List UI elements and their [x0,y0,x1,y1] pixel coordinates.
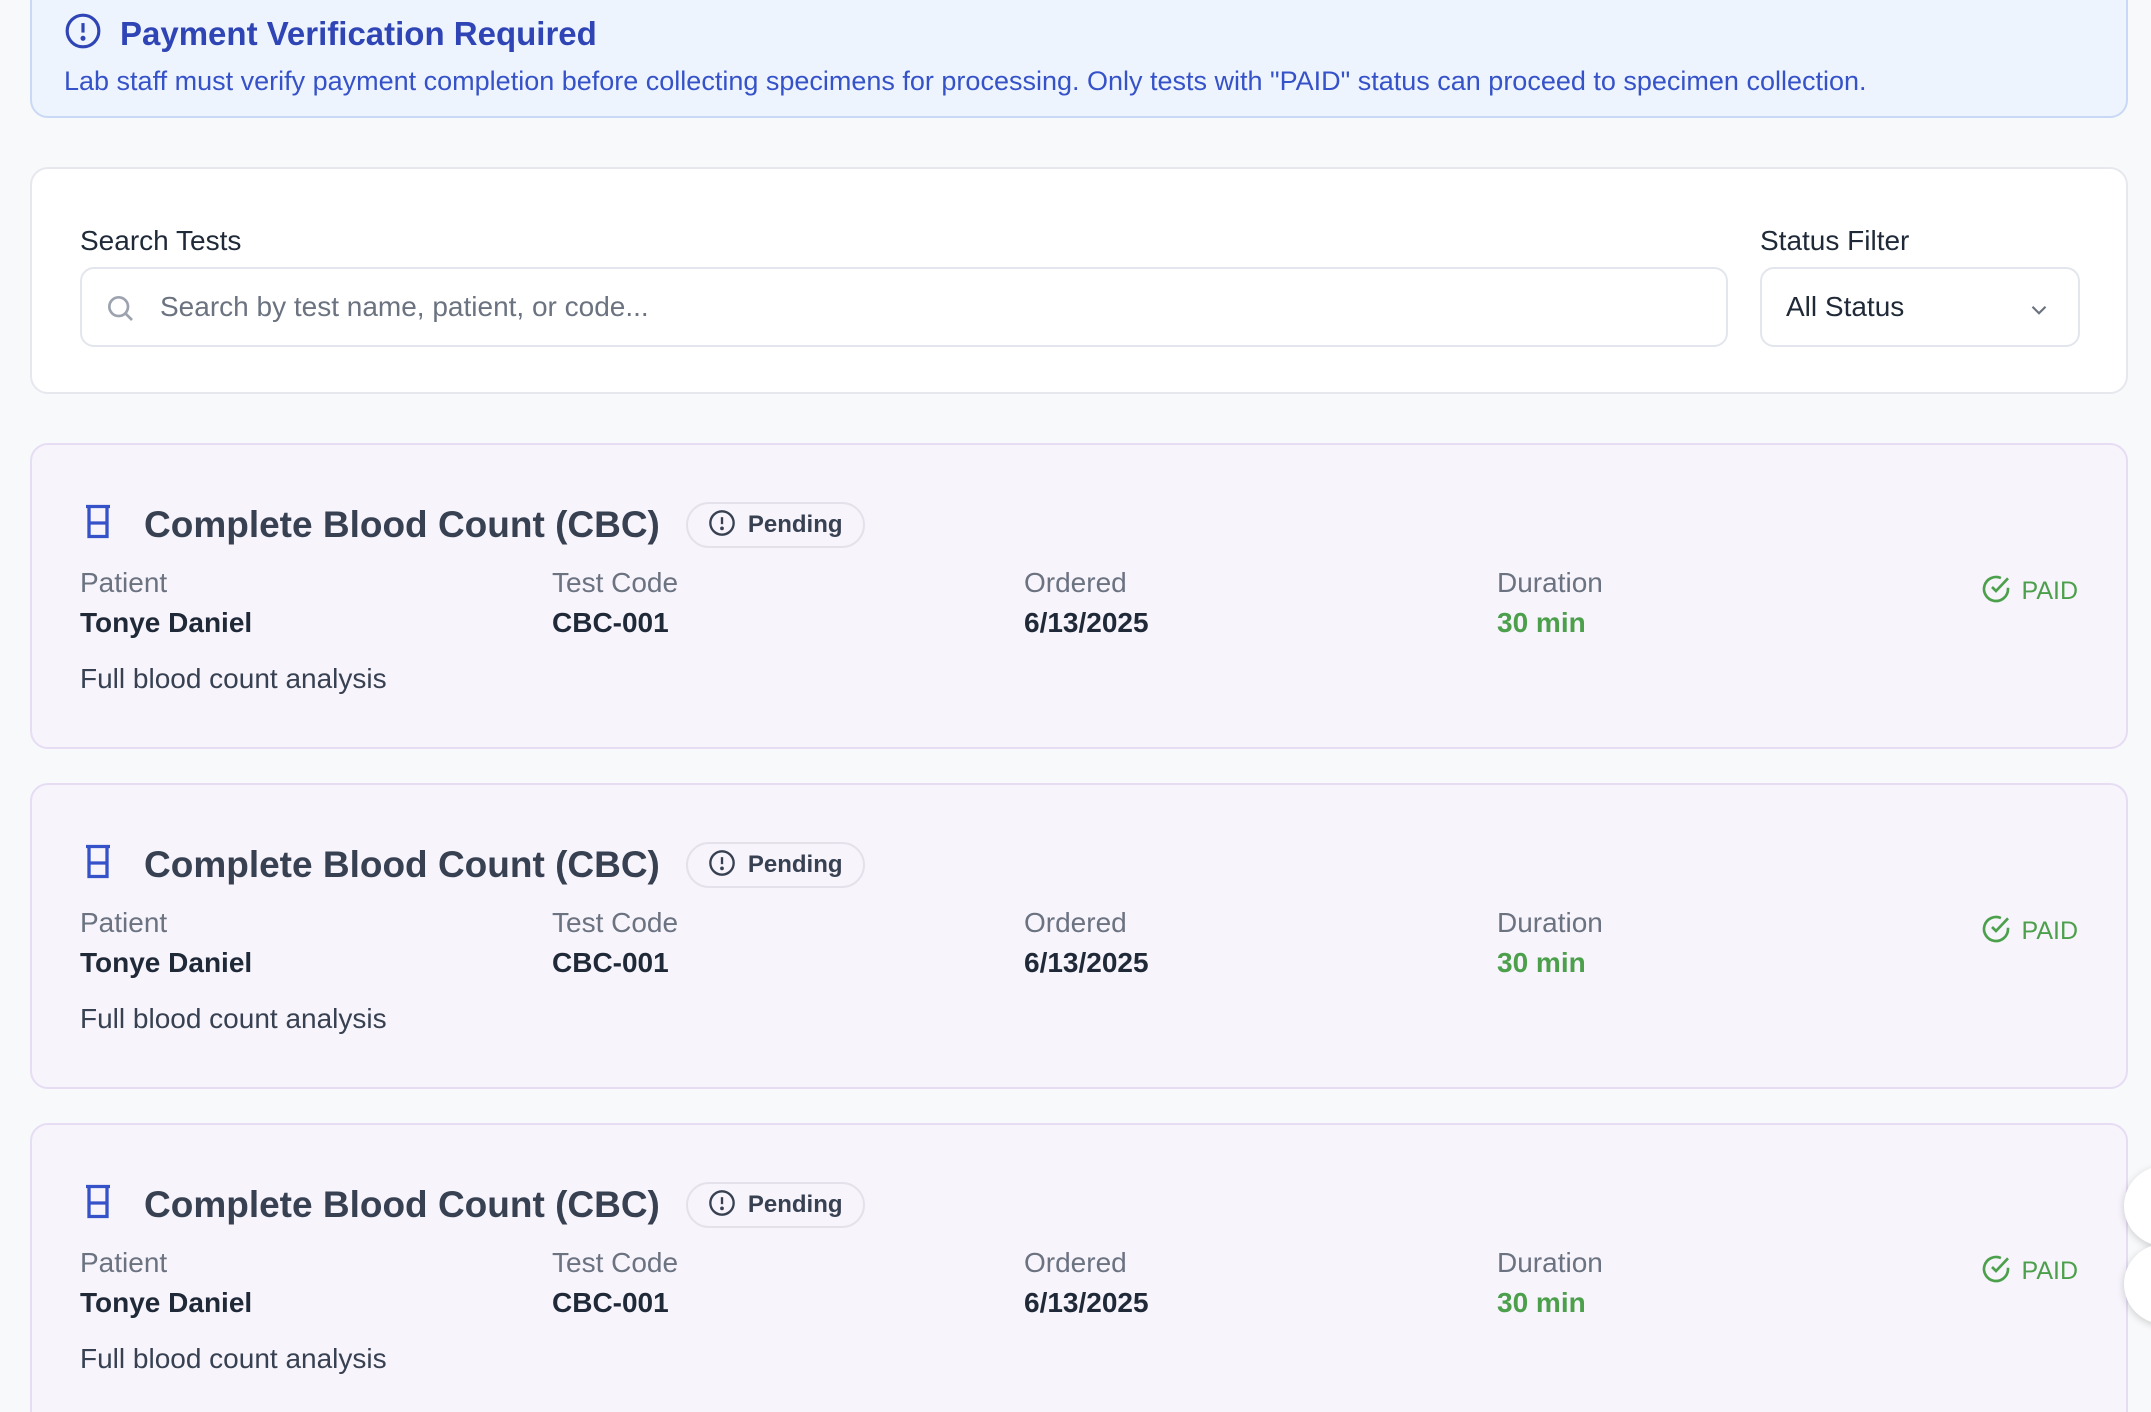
test-code: CBC-001 [552,947,669,978]
test-description: Full blood count analysis [80,1003,387,1034]
alert-circle-icon [708,1189,736,1222]
patient-label: Patient [80,907,168,938]
test-code-label: Test Code [552,1247,679,1278]
duration-value: 30 min [1497,947,1586,978]
test-tube-icon [80,503,116,548]
check-circle-icon [1980,1253,2012,1290]
filter-card: Search Tests Status Filter All Status [30,167,2128,394]
status-badge: Pending [685,842,865,888]
payment-status-label: PAID [2021,577,2079,605]
ordered-date: 6/13/2025 [1024,1287,1149,1318]
status-filter-value: All Status [1786,291,1905,322]
check-circle-icon [1980,913,2012,950]
alert-message: Lab staff must verify payment completion… [64,66,1867,96]
status-badge-label: Pending [747,511,843,538]
lab-tests-page: Payment Verification Required Lab staff … [0,0,2151,1412]
status-badge-label: Pending [747,1191,843,1218]
duration-label: Duration [1497,1247,1603,1278]
duration-label: Duration [1497,907,1603,938]
test-card-header: Complete Blood Count (CBC) Pending [80,501,865,549]
alert-header: Payment Verification Required [64,12,597,55]
alert-circle-icon [708,509,736,542]
status-badge: Pending [685,1182,865,1228]
test-title: Complete Blood Count (CBC) [144,504,660,545]
status-filter-label: Status Filter [1760,225,1910,256]
alert-title: Payment Verification Required [120,14,597,52]
patient-name: Tonye Daniel [80,947,253,978]
duration-value: 30 min [1497,607,1586,638]
test-code: CBC-001 [552,607,669,638]
patient-name: Tonye Daniel [80,607,253,638]
payment-status: PAID [1980,573,2079,610]
test-description: Full blood count analysis [80,663,387,694]
payment-status: PAID [1980,913,2079,950]
duration-value: 30 min [1497,1287,1586,1318]
payment-status: PAID [1980,1253,2079,1290]
test-tube-icon [80,1183,116,1228]
search-box[interactable] [80,267,1728,347]
ordered-label: Ordered [1024,567,1127,598]
test-card[interactable]: Complete Blood Count (CBC) Pending Patie… [30,443,2128,749]
test-card[interactable]: Complete Blood Count (CBC) Pending Patie… [30,783,2128,1089]
test-tube-icon [80,843,116,888]
patient-label: Patient [80,567,168,598]
search-icon [104,292,136,329]
test-card-header: Complete Blood Count (CBC) Pending [80,841,865,889]
test-code: CBC-001 [552,1287,669,1318]
search-input[interactable] [160,287,1700,327]
test-code-label: Test Code [552,567,679,598]
test-card-header: Complete Blood Count (CBC) Pending [80,1181,865,1229]
status-badge: Pending [685,502,865,548]
payment-status-label: PAID [2021,917,2079,945]
floating-settings-button[interactable] [2124,1166,2151,1246]
alert-circle-icon [708,849,736,882]
payment-status-label: PAID [2021,1257,2079,1285]
search-label: Search Tests [80,225,242,256]
floating-collapse-button[interactable] [2124,1244,2151,1324]
patient-name: Tonye Daniel [80,1287,253,1318]
alert-circle-icon [64,12,102,55]
ordered-label: Ordered [1024,1247,1127,1278]
status-filter-select[interactable]: All Status [1760,267,2080,347]
check-circle-icon [1980,573,2012,610]
patient-label: Patient [80,1247,168,1278]
chevron-down-icon [2026,297,2052,328]
status-badge-label: Pending [747,851,843,878]
duration-label: Duration [1497,567,1603,598]
ordered-date: 6/13/2025 [1024,607,1149,638]
test-code-label: Test Code [552,907,679,938]
test-title: Complete Blood Count (CBC) [144,1184,660,1225]
ordered-label: Ordered [1024,907,1127,938]
ordered-date: 6/13/2025 [1024,947,1149,978]
payment-alert: Payment Verification Required Lab staff … [30,0,2128,118]
test-description: Full blood count analysis [80,1343,387,1374]
test-title: Complete Blood Count (CBC) [144,844,660,885]
test-card[interactable]: Complete Blood Count (CBC) Pending Patie… [30,1123,2128,1412]
